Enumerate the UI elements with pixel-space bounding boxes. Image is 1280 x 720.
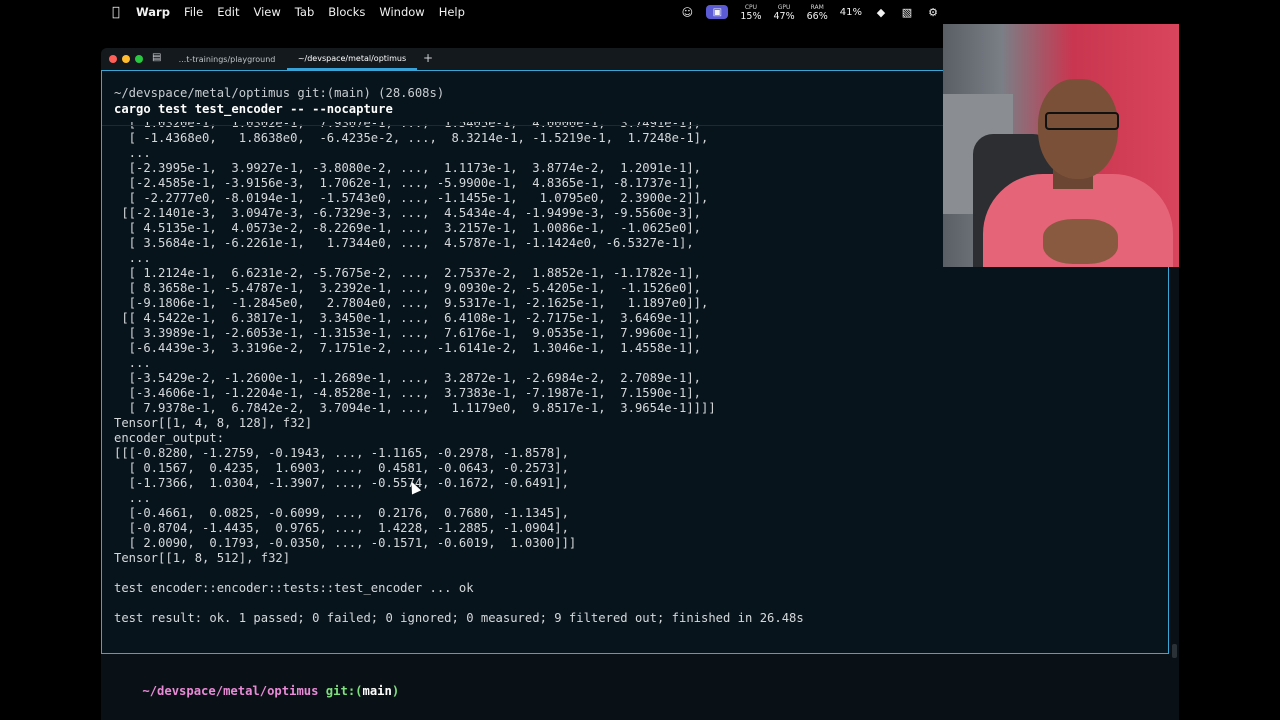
menu-tab[interactable]: Tab [295, 5, 314, 19]
menu-window[interactable]: Window [379, 5, 424, 19]
output-line: [-3.5429e-2, -1.2600e-1, -1.2689e-1, ...… [114, 371, 701, 385]
menu-edit[interactable]: Edit [217, 5, 239, 19]
output-line: [-0.8704, -1.4435, 0.9765, ..., 1.4228, … [114, 521, 569, 535]
prompt-git: git:( [318, 684, 363, 698]
output-line: [[ 4.5422e-1, 6.3817e-1, 3.3450e-1, ...,… [114, 311, 701, 325]
gpu-stat-value: 47% [773, 11, 795, 22]
output-line: [[-2.1401e-3, 3.0947e-3, -6.7329e-3, ...… [114, 206, 701, 220]
output-line: [ -1.4368e0, 1.8638e0, -6.4235e-2, ..., … [114, 131, 709, 145]
menu-blocks[interactable]: Blocks [328, 5, 365, 19]
output-line: [-0.4661, 0.0825, -0.6099, ..., 0.2176, … [114, 506, 569, 520]
cpu-stat-value: 15% [740, 11, 762, 22]
status-screen-icon[interactable]: ▣ [706, 5, 729, 19]
close-window-icon[interactable] [109, 55, 117, 63]
output-line: [ 1.2124e-1, 6.6231e-2, -5.7675e-2, ...,… [114, 266, 701, 280]
apple-icon[interactable]:  [112, 5, 132, 20]
output-line: Tensor[[1, 4, 8, 128], f32] [114, 416, 313, 430]
output-lines: [ 1.0320e-1, 1.0302e-1, 7.9307e-1, ..., … [114, 116, 804, 626]
prompt-branch: main [362, 684, 392, 698]
menu-bar:  Warp File Edit View Tab Blocks Window … [0, 0, 1280, 24]
zoom-window-icon[interactable] [135, 55, 143, 63]
ram-stat-label: RAM [810, 4, 824, 11]
ram-stat-value: 66% [806, 11, 828, 22]
output-line: ... [114, 251, 151, 265]
output-line: [-2.4585e-1, -3.9156e-3, 1.7062e-1, ...,… [114, 176, 701, 190]
ram-stat[interactable]: RAM 66% [807, 3, 828, 21]
gpu-stat-label: GPU [777, 4, 791, 11]
output-line: test result: ok. 1 passed; 0 failed; 0 i… [114, 611, 804, 625]
minimize-window-icon[interactable] [122, 55, 130, 63]
tab-playground[interactable]: ...t-trainings/playground [171, 48, 283, 70]
output-line: [ 0.1567, 0.4235, 1.6903, ..., 0.4581, -… [114, 461, 569, 475]
output-line: [-3.4606e-1, -1.2204e-1, -4.8528e-1, ...… [114, 386, 701, 400]
menu-bar-status: ☺ ▣ CPU 15% GPU 47% RAM 66% 41% ◆ ▧ ⚙ [680, 0, 940, 24]
output-line: [-6.4439e-3, 3.3196e-2, 7.1751e-2, ..., … [114, 341, 701, 355]
output-line: Tensor[[1, 8, 512], f32] [114, 551, 291, 565]
prompt-line[interactable]: ~/devspace/metal/optimus git:(main) [113, 670, 399, 712]
scrollbar[interactable] [1172, 644, 1177, 658]
output-line: [ 7.9378e-1, 6.7842e-2, 3.7094e-1, ..., … [114, 401, 716, 415]
output-line: [-9.1806e-1, -1.2845e0, 2.7804e0, ..., 9… [114, 296, 709, 310]
webcam-person-glasses [1045, 112, 1119, 130]
menu-view[interactable]: View [253, 5, 280, 19]
cpu-stat[interactable]: CPU 15% [740, 3, 761, 21]
prompt-close: ) [391, 684, 400, 698]
output-line: [ 3.3989e-1, -2.6053e-1, -1.3153e-1, ...… [114, 326, 701, 340]
menu-bar-left:  Warp File Edit View Tab Blocks Window … [0, 5, 479, 20]
output-line: [[[-0.8280, -1.2759, -0.1943, ..., -1.11… [114, 446, 569, 460]
prompt-path: ~/devspace/metal/optimus [142, 684, 319, 698]
output-line: [ -2.2777e0, -8.0194e-1, -1.5743e0, ...,… [114, 191, 709, 205]
tab-label: ...t-trainings/playground [178, 54, 276, 64]
tab-list-icon[interactable]: ▤ [152, 52, 161, 63]
output-line: ... [114, 146, 151, 160]
menu-help[interactable]: Help [439, 5, 465, 19]
output-line: encoder_output: [114, 431, 225, 445]
output-line: ... [114, 356, 151, 370]
output-line: test encoder::encoder::tests::test_encod… [114, 581, 474, 595]
battery-percent[interactable]: 41% [840, 7, 862, 18]
output-line: [-1.7366, 1.0304, -1.3907, ..., -0.5574,… [114, 476, 569, 490]
new-tab-button[interactable]: + [423, 51, 433, 65]
output-line: [ 4.5135e-1, 4.0573e-2, -8.2269e-1, ...,… [114, 221, 701, 235]
status-face-icon[interactable]: ☺ [680, 6, 694, 19]
status-drive-icon[interactable]: ◆ [874, 6, 888, 19]
output-line: [-2.3995e-1, 3.9927e-1, -3.8080e-2, ...,… [114, 161, 701, 175]
tab-label: ~/devspace/metal/optimus [297, 53, 407, 63]
status-keyboard-icon[interactable]: ▧ [900, 6, 914, 19]
tab-optimus[interactable]: ~/devspace/metal/optimus [287, 48, 417, 70]
cpu-stat-label: CPU [744, 4, 758, 11]
menu-file[interactable]: File [184, 5, 203, 19]
menu-app-name[interactable]: Warp [136, 5, 170, 19]
output-line: [ 3.5684e-1, -6.2261e-1, 1.7344e0, ..., … [114, 236, 694, 250]
output-line: [ 2.0090, 0.1793, -0.0350, ..., -0.1571,… [114, 536, 577, 550]
webcam-overlay [943, 24, 1179, 267]
output-line: [ 8.3658e-1, -5.4787e-1, 3.2392e-1, ...,… [114, 281, 701, 295]
status-control-icon[interactable]: ⚙ [926, 6, 940, 19]
webcam-person-hand [1043, 219, 1118, 264]
output-line: ... [114, 491, 151, 505]
gpu-stat[interactable]: GPU 47% [774, 3, 795, 21]
